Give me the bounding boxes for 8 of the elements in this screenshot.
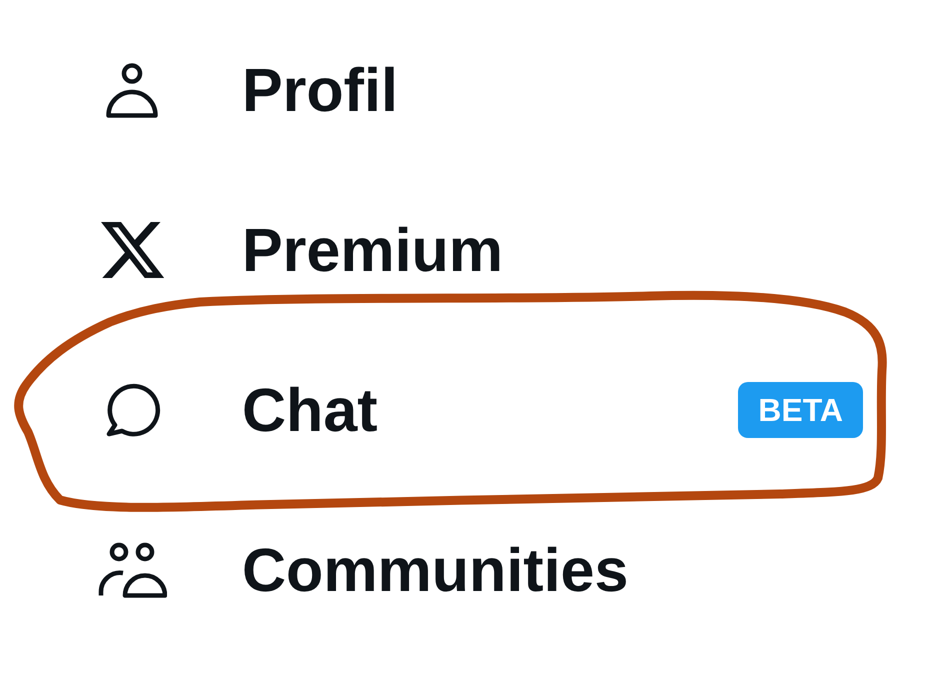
people-icon: [97, 542, 167, 598]
beta-badge: BETA: [738, 382, 863, 438]
x-icon: [100, 222, 164, 278]
menu-label[interactable]: Profil: [242, 60, 398, 120]
person-icon: [106, 62, 158, 118]
menu-label[interactable]: Chat: [242, 380, 378, 440]
menu-label[interactable]: Premium: [242, 220, 504, 280]
menu-label[interactable]: Communities: [242, 540, 628, 600]
